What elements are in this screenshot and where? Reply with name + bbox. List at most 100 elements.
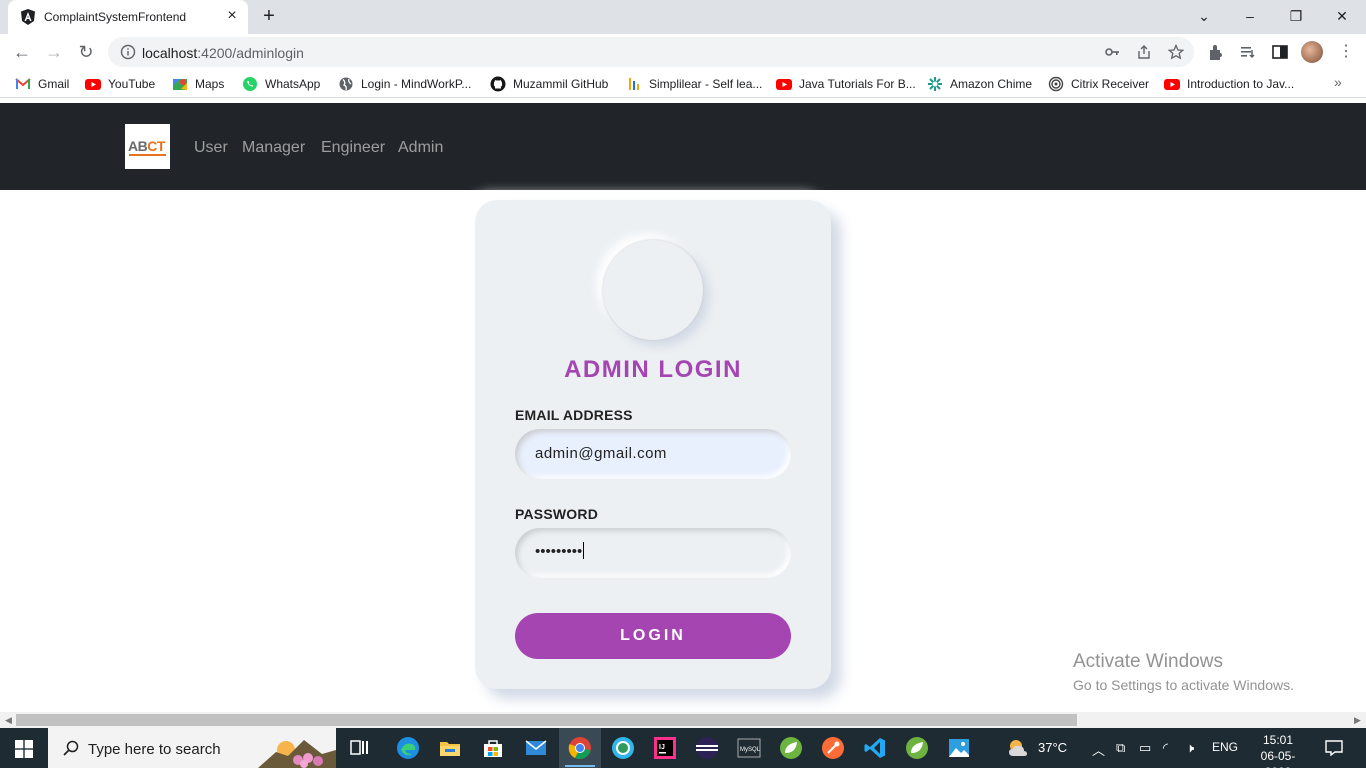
citrix-icon (1048, 76, 1064, 92)
microsoft-store-icon[interactable] (481, 736, 505, 760)
minimize-button[interactable]: – (1238, 6, 1262, 26)
show-hidden-icons-icon[interactable]: ︿ (1092, 740, 1105, 759)
angular-icon (21, 9, 35, 25)
profile-avatar[interactable] (1301, 41, 1323, 63)
chrome-running-indicator (565, 765, 595, 767)
nav-link-manager[interactable]: Manager (242, 139, 305, 157)
email-label: EMAIL ADDRESS (515, 407, 633, 423)
bookmark-label: WhatsApp (265, 77, 321, 91)
scroll-right-icon[interactable]: ▶ (1354, 715, 1361, 726)
reload-button[interactable]: ↻ (74, 40, 98, 64)
page-content: ADMIN LOGIN EMAIL ADDRESS admin@gmail.co… (0, 190, 1366, 712)
language-indicator[interactable]: ENG (1212, 740, 1238, 754)
browser-tab[interactable]: ComplaintSystemFrontend × (8, 0, 248, 34)
new-tab-button[interactable]: + (258, 6, 280, 28)
url-text: localhost:4200/adminlogin (142, 45, 304, 61)
postman-icon[interactable] (821, 736, 845, 760)
brand-logo[interactable]: ABCT (125, 124, 170, 169)
bookmark-label: Maps (195, 77, 225, 91)
eclipse-icon[interactable] (695, 736, 719, 760)
nav-link-user[interactable]: User (194, 139, 228, 157)
logo-text-b: CT (147, 138, 165, 154)
app-navbar: ABCT User Manager Engineer Admin (0, 103, 1366, 190)
key-icon[interactable] (1104, 44, 1120, 60)
menu-icon[interactable]: ⋮ (1334, 40, 1358, 64)
reading-list-icon[interactable] (1238, 42, 1258, 62)
windows-start-icon[interactable] (15, 740, 33, 758)
network-icon[interactable]: ◜ (1163, 740, 1168, 756)
system-clock[interactable]: 15:01 06-05-2023 (1248, 732, 1308, 780)
tab-close-icon[interactable]: × (224, 8, 240, 24)
volume-icon[interactable]: 🕨 (1186, 740, 1194, 756)
bookmark-label: Citrix Receiver (1071, 77, 1150, 91)
address-bar[interactable]: localhost:4200/adminlogin (108, 37, 1194, 67)
login-button[interactable]: LOGIN (515, 613, 791, 659)
nav-link-engineer[interactable]: Engineer (321, 139, 385, 157)
bookmarks-overflow-icon[interactable]: » (1334, 74, 1342, 90)
activate-windows-watermark: Activate Windows Go to Settings to activ… (1073, 651, 1294, 693)
weather-icon[interactable] (1005, 736, 1031, 760)
svg-text:MySQL: MySQL (740, 747, 761, 753)
mail-icon[interactable] (524, 736, 548, 760)
tab-title: ComplaintSystemFrontend (44, 10, 187, 24)
github-icon (490, 76, 506, 92)
share-icon[interactable] (1136, 44, 1152, 60)
spring-boot-icon[interactable] (905, 736, 929, 760)
bookmark-label: Simplilear - Self lea... (649, 77, 763, 91)
logo-text-a: AB (128, 138, 148, 154)
url-path: :4200/adminlogin (197, 45, 304, 61)
bookmark-label: Muzammil GitHub (513, 77, 609, 91)
bookmark-star-icon[interactable] (1168, 44, 1184, 60)
search-icon (63, 740, 79, 756)
password-label: PASSWORD (515, 506, 599, 522)
globe-icon (339, 77, 353, 91)
forward-button[interactable]: → (42, 40, 66, 64)
intellij-icon[interactable]: IJ (653, 736, 677, 760)
site-info-icon[interactable] (120, 44, 136, 60)
gmail-icon (15, 78, 31, 89)
horizontal-scrollbar[interactable]: ◀ ▶ (0, 712, 1366, 728)
side-panel-icon[interactable] (1270, 42, 1290, 62)
password-field[interactable]: ••••••••• (515, 528, 791, 578)
chrome-icon[interactable] (568, 736, 592, 760)
weather-temperature[interactable]: 37°C (1038, 740, 1067, 755)
battery-icon[interactable]: ▭ (1139, 740, 1151, 756)
restore-button[interactable]: ❐ (1284, 6, 1308, 26)
maps-icon (173, 79, 187, 90)
login-logo-circle (603, 240, 703, 340)
clock-date: 06-05-2023 (1260, 749, 1296, 779)
nav-link-admin[interactable]: Admin (398, 139, 443, 157)
logo-underline (129, 154, 166, 156)
photos-icon[interactable] (611, 736, 635, 760)
url-host: localhost (142, 45, 198, 61)
scrollbar-thumb[interactable] (16, 714, 1077, 726)
clock-time: 15:01 (1262, 733, 1294, 747)
file-explorer-icon[interactable] (438, 736, 462, 760)
watermark-line-2: Go to Settings to activate Windows. (1073, 677, 1294, 693)
extensions-icon[interactable] (1206, 42, 1226, 62)
windows-taskbar: Type here to search IJ MySQL 37°C ︿ ⧉ ▭ … (0, 728, 1366, 779)
email-field[interactable]: admin@gmail.com (515, 429, 791, 479)
close-window-button[interactable]: ✕ (1330, 6, 1354, 26)
edge-icon[interactable] (396, 736, 420, 760)
password-mask: ••••••••• (535, 543, 583, 560)
notifications-icon[interactable] (1325, 740, 1343, 756)
spring-tool-icon[interactable] (779, 736, 803, 760)
mysql-workbench-icon[interactable]: MySQL (737, 736, 761, 760)
chime-icon (928, 77, 942, 91)
task-view-icon[interactable] (348, 736, 372, 760)
tab-search-icon[interactable]: ⌄ (1192, 6, 1216, 26)
bookmark-label: Amazon Chime (950, 77, 1033, 91)
svg-text:IJ: IJ (659, 744, 665, 751)
scroll-left-icon[interactable]: ◀ (5, 715, 12, 726)
meet-now-icon[interactable]: ⧉ (1116, 740, 1125, 756)
vscode-icon[interactable] (863, 736, 887, 760)
search-placeholder: Type here to search (88, 741, 221, 758)
logo-text: ABCT (128, 138, 165, 154)
bookmark-label: YouTube (108, 77, 156, 91)
tab-strip: ComplaintSystemFrontend × + ⌄ – ❐ ✕ (0, 0, 1366, 34)
login-card: ADMIN LOGIN EMAIL ADDRESS admin@gmail.co… (475, 200, 831, 689)
back-button[interactable]: ← (10, 40, 34, 64)
taskbar-search-box[interactable]: Type here to search (48, 728, 336, 768)
image-viewer-icon[interactable] (947, 736, 971, 760)
